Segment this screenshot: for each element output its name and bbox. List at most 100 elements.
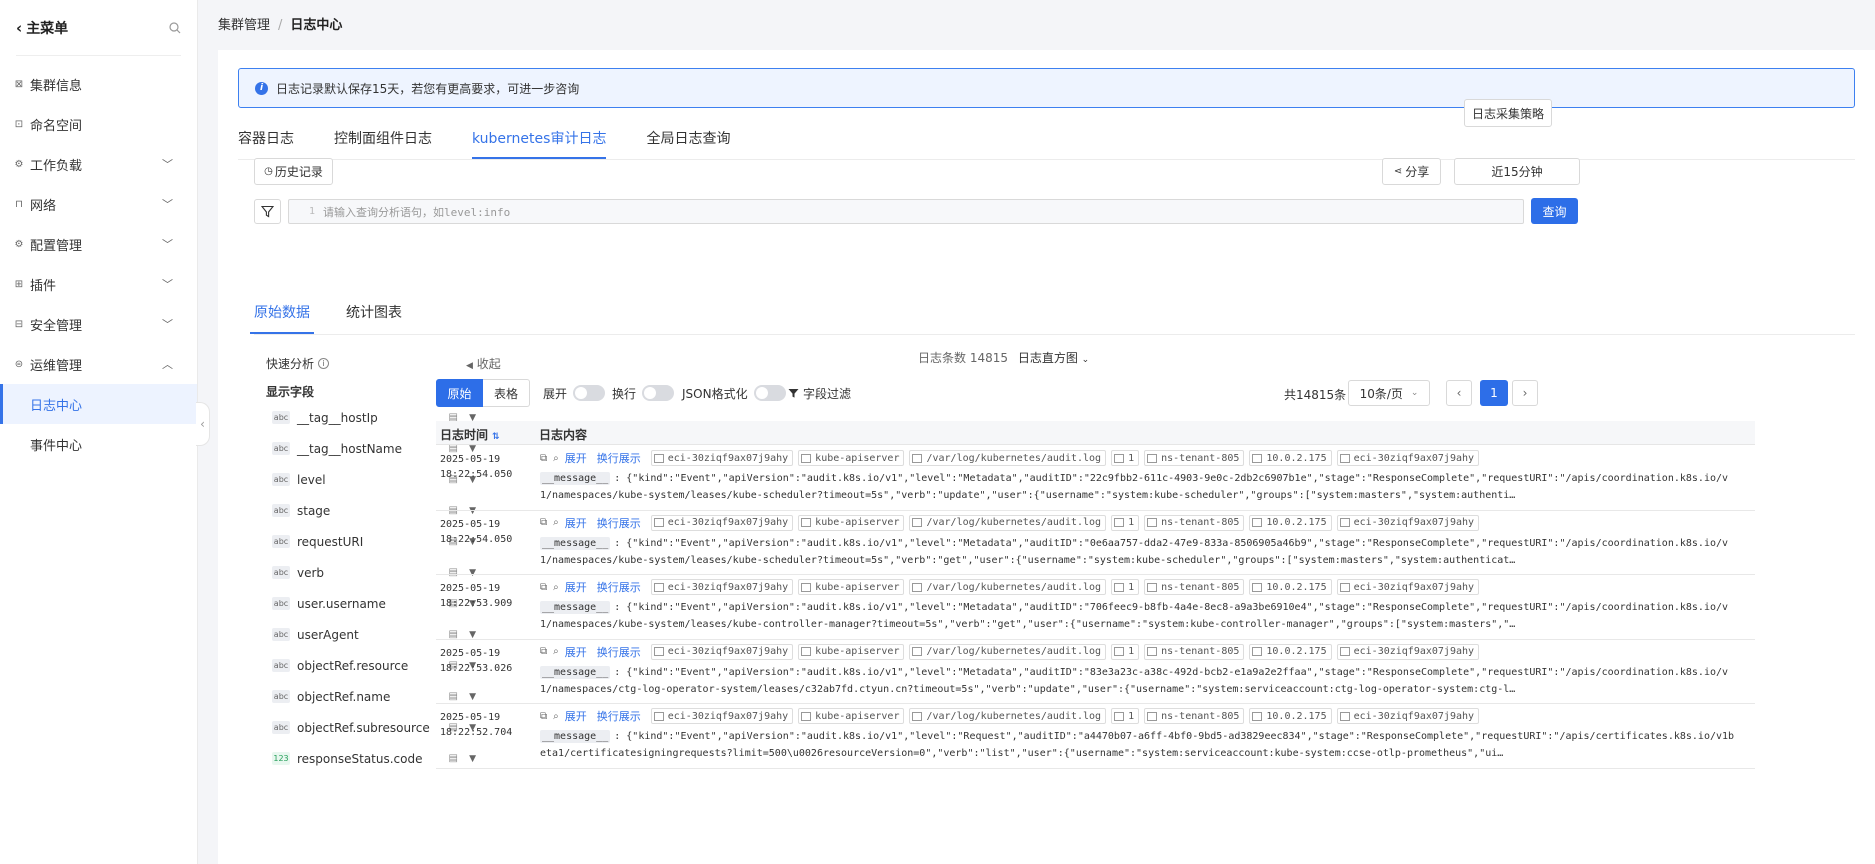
view-tab-0[interactable]: 原始数据	[250, 297, 314, 334]
log-tag-value: 1	[1128, 646, 1135, 657]
log-tag: eci-30ziqf9ax07j9ahy	[650, 643, 794, 660]
expand-link[interactable]: 展开	[565, 708, 587, 724]
sidebar-item-label: 运维管理	[30, 358, 83, 374]
sidebar-subitem[interactable]: 日志中心	[0, 384, 197, 424]
histogram-toggle[interactable]: 日志直方图 ⌄	[1018, 351, 1089, 365]
col-time-header[interactable]: 日志时间 ⇅	[440, 426, 500, 443]
wrap-display-link[interactable]: 换行展示	[597, 644, 641, 660]
file-icon	[912, 582, 923, 592]
next-page-button[interactable]: ›	[1512, 380, 1538, 406]
col-time-label: 日志时间	[440, 428, 489, 442]
expand-link[interactable]: 展开	[565, 579, 587, 595]
json-format-toggle[interactable]: JSON格式化	[682, 379, 786, 407]
wrap-toggle[interactable]: 换行	[612, 379, 675, 407]
filter-button[interactable]	[254, 199, 281, 224]
table-mode-button[interactable]: 表格	[483, 379, 530, 407]
query-line-number: 1	[308, 206, 315, 217]
search-icon[interactable]: ⌕	[553, 711, 559, 722]
message-key: __message__	[540, 601, 611, 614]
log-tag: 1	[1111, 708, 1140, 724]
expand-switch[interactable]	[573, 385, 606, 401]
history-button[interactable]: ◷ 历史记录	[254, 158, 333, 185]
log-tag-value: ns-tenant-805	[1161, 581, 1240, 593]
search-icon[interactable]: ⌕	[553, 453, 559, 464]
log-tag: /var/log/kubernetes/audit.log	[909, 579, 1107, 595]
search-icon[interactable]: ⌕	[553, 517, 559, 528]
query-input[interactable]: 1 请输入查询分析语句，如level:info	[288, 199, 1524, 224]
sidebar-item-label: 集群信息	[30, 78, 83, 94]
field-filter-label: 字段过滤	[803, 386, 852, 401]
namespace-icon	[1147, 647, 1158, 656]
log-time: 2025-05-19 18:22:52.704	[440, 710, 512, 740]
share-button[interactable]: ⋖ 分享	[1382, 158, 1441, 185]
log-tag: eci-30ziqf9ax07j9ahy	[1336, 708, 1480, 724]
prev-page-button[interactable]: ‹	[1446, 380, 1472, 406]
host-icon	[653, 582, 664, 592]
view-tab-1[interactable]: 统计图表	[346, 297, 402, 327]
copy-icon[interactable]: ⧉	[540, 711, 547, 722]
sidebar-item-label: 网络	[30, 198, 57, 214]
expand-link[interactable]: 展开	[565, 644, 587, 660]
wrap-switch[interactable]	[642, 385, 675, 401]
filter-icon	[261, 205, 274, 218]
sidebar-item-label: 配置管理	[30, 238, 83, 254]
log-tag: eci-30ziqf9ax07j9ahy	[1336, 643, 1480, 660]
sidebar-item-workload[interactable]: ⚙ 工作负载 ﹀	[0, 144, 197, 184]
query-button[interactable]: 查询	[1531, 198, 1578, 224]
caret-left-icon: ◀	[466, 361, 473, 371]
log-tag-value: /var/log/kubernetes/audit.log	[926, 452, 1102, 464]
help-icon[interactable]: i	[318, 358, 330, 369]
pod-icon	[1339, 582, 1350, 592]
view-mode-switch: 原始 表格	[436, 379, 530, 407]
sidebar-item-namespace[interactable]: ⊡ 命名空间	[0, 104, 197, 144]
expand-toggle[interactable]: 展开	[543, 379, 606, 407]
tab-0[interactable]: 容器日志	[238, 120, 294, 156]
sidebar-item-ops[interactable]: ⊜ 运维管理 ︿	[0, 344, 197, 384]
search-icon[interactable]: ⌕	[553, 646, 559, 657]
copy-icon[interactable]: ⧉	[540, 453, 547, 464]
breadcrumb-parent[interactable]: 集群管理	[218, 18, 270, 33]
copy-icon[interactable]: ⧉	[540, 582, 547, 593]
field-name: userAgent	[297, 627, 359, 642]
log-count: 日志条数 14815	[918, 351, 1008, 365]
message-body: : {"kind":"Event","apiVersion":"audit.k8…	[540, 731, 1735, 759]
sidebar-item-cluster[interactable]: ⊠ 集群信息	[0, 64, 197, 104]
json-switch[interactable]	[753, 385, 786, 401]
raw-mode-button[interactable]: 原始	[436, 379, 483, 407]
sidebar-item-config[interactable]: ⚙ 配置管理 ﹀	[0, 224, 197, 264]
search-icon[interactable]	[169, 21, 181, 34]
log-tag: /var/log/kubernetes/audit.log	[909, 643, 1107, 660]
wrap-display-link[interactable]: 换行展示	[597, 708, 641, 724]
page-size-select[interactable]: 10条/页 ⌄	[1348, 380, 1430, 406]
tab-2[interactable]: kubernetes审计日志	[472, 120, 607, 159]
ip-icon	[1252, 711, 1263, 721]
sidebar-item-plugin[interactable]: ⊞ 插件 ﹀	[0, 264, 197, 304]
wrap-display-link[interactable]: 换行展示	[597, 579, 641, 595]
expand-link[interactable]: 展开	[565, 450, 587, 466]
log-tag: ns-tenant-805	[1144, 579, 1245, 595]
sidebar-subitem[interactable]: 事件中心	[0, 424, 197, 464]
log-tag: eci-30ziqf9ax07j9ahy	[650, 514, 794, 531]
sort-icon[interactable]: ⇅	[492, 432, 500, 442]
sidebar-collapse-handle[interactable]: ‹	[196, 402, 210, 446]
time-range-picker[interactable]: 近15分钟	[1454, 158, 1580, 185]
copy-icon[interactable]: ⧉	[540, 517, 547, 528]
search-icon[interactable]: ⌕	[553, 582, 559, 593]
current-page[interactable]: 1	[1480, 380, 1508, 406]
wrap-display-link[interactable]: 换行展示	[597, 515, 641, 531]
copy-icon[interactable]: ⧉	[540, 646, 547, 657]
expand-link[interactable]: 展开	[565, 515, 587, 531]
quick-analysis-collapse[interactable]: ◀ 收起	[466, 355, 501, 372]
tab-3[interactable]: 全局日志查询	[646, 120, 730, 156]
log-time: 2025-05-19 18:22:54.050	[440, 517, 512, 547]
collect-policy-button[interactable]: 日志采集策略	[1464, 99, 1552, 127]
sidebar-item-security[interactable]: ⊟ 安全管理 ﹀	[0, 304, 197, 344]
back-to-main-menu[interactable]: ‹ 主菜单	[16, 18, 68, 38]
tab-1[interactable]: 控制面组件日志	[334, 120, 432, 156]
field-filter-button[interactable]: 字段过滤	[788, 379, 851, 407]
sidebar-item-label: 工作负载	[30, 158, 83, 174]
sidebar-item-network[interactable]: ⊓ 网络 ﹀	[0, 184, 197, 224]
log-tags: ⧉ ⌕ 展开 换行展示 eci-30ziqf9ax07j9ahy kube-apiserv…	[540, 643, 1484, 660]
log-tag-value: eci-30ziqf9ax07j9ahy	[667, 646, 789, 657]
wrap-display-link[interactable]: 换行展示	[597, 450, 641, 466]
